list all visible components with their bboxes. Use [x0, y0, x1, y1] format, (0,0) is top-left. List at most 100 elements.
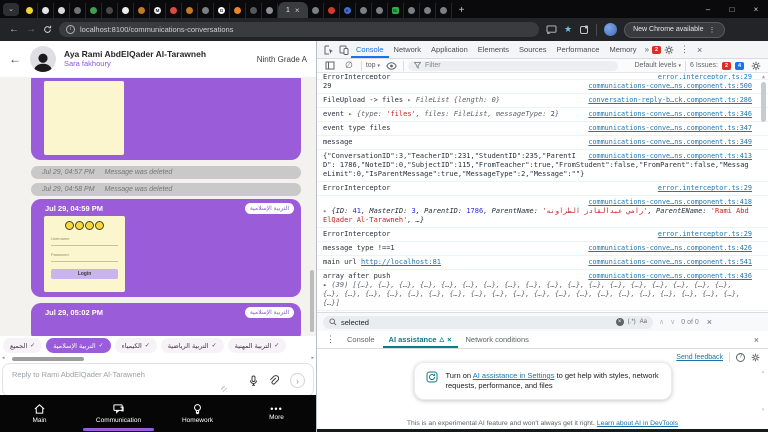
tab-search-button[interactable]: ⌄	[3, 3, 19, 16]
browser-tab[interactable]: e	[340, 3, 356, 18]
address-bar[interactable]: i localhost:8100/communications-conversa…	[59, 22, 539, 37]
source-link[interactable]: communications-conve…ns.component.ts:541	[588, 258, 752, 267]
attachment-image[interactable]	[44, 81, 124, 155]
send-icon[interactable]: ›	[290, 373, 305, 388]
browser-tab[interactable]	[118, 3, 134, 18]
mic-icon[interactable]	[246, 373, 261, 388]
ai-settings-gear-icon[interactable]	[751, 353, 760, 362]
attachment-image[interactable]: Username Password Login	[44, 216, 125, 292]
browser-tab[interactable]	[86, 3, 102, 18]
browser-tab[interactable]	[436, 3, 452, 18]
chip-physical-education[interactable]: التربية الرياضية✓	[161, 338, 224, 353]
inspect-element-icon[interactable]	[321, 43, 336, 56]
browser-tab[interactable]: G	[214, 3, 230, 18]
drawer-menu-icon[interactable]: ⋮	[322, 334, 339, 345]
learn-about-ai-link[interactable]: Learn about AI in DevTools	[597, 420, 678, 427]
source-link[interactable]: error.interceptor.ts:29	[658, 184, 752, 193]
reload-icon[interactable]	[43, 25, 52, 34]
issues-warning-badge[interactable]: 4	[735, 62, 744, 70]
chips-scrollbar[interactable]: ◂ ▸	[2, 356, 314, 361]
tab-application[interactable]: Application	[426, 41, 473, 58]
browser-tab[interactable]	[134, 3, 150, 18]
browser-tab[interactable]	[22, 3, 38, 18]
bookmark-star-icon[interactable]: ★	[564, 24, 572, 35]
nav-main[interactable]: Main	[0, 395, 79, 432]
browser-tab[interactable]	[102, 3, 118, 18]
previous-match-icon[interactable]: ∧	[659, 318, 664, 326]
browser-tab[interactable]	[182, 3, 198, 18]
browser-tab[interactable]: tc	[388, 3, 404, 18]
browser-tab[interactable]	[308, 3, 324, 18]
error-count-badge[interactable]: 2	[652, 46, 661, 54]
context-selector[interactable]: top ▾	[366, 62, 380, 69]
chip-vocational-education[interactable]: التربية المهنية✓	[228, 338, 287, 353]
chip-chemistry[interactable]: الكيمياء✓	[115, 338, 157, 353]
reply-box[interactable]: Reply to Rami AbdElQader Al-Tarawneh ›	[2, 363, 314, 397]
attachment-icon[interactable]	[266, 373, 281, 388]
help-icon[interactable]: ?	[736, 353, 745, 362]
kebab-icon[interactable]: ⋮	[709, 26, 716, 34]
chip-all[interactable]: الجميع✓	[3, 338, 42, 353]
source-link[interactable]: communications-conve…ns.component.ts:436	[588, 272, 752, 281]
more-tabs-icon[interactable]: »	[642, 45, 652, 54]
forward-icon[interactable]: →	[26, 25, 36, 35]
source-link[interactable]: error.interceptor.ts:29	[658, 230, 752, 239]
drawer-tab-ai-assistance[interactable]: AI assistance △ ×	[383, 331, 458, 348]
back-icon[interactable]: ←	[9, 25, 19, 35]
issues-error-badge[interactable]: 2	[722, 62, 731, 70]
message-bubble[interactable]	[31, 78, 301, 160]
clear-search-icon[interactable]: ×	[616, 318, 624, 326]
devtools-menu-icon[interactable]: ⋮	[676, 44, 693, 55]
browser-tab[interactable]	[372, 3, 388, 18]
panel-scrollbar[interactable]: ▴▾	[760, 369, 766, 413]
devtools-close-icon[interactable]: ×	[693, 45, 706, 55]
issues-label[interactable]: 6 Issues:	[690, 62, 718, 69]
levels-dropdown[interactable]: Default levels ▾	[634, 62, 681, 69]
match-case-toggle[interactable]: Aa	[640, 319, 647, 325]
console-settings-gear-icon[interactable]	[748, 59, 763, 72]
close-tab-icon[interactable]: ×	[447, 335, 451, 344]
next-match-icon[interactable]: ∨	[670, 318, 675, 326]
profile-avatar[interactable]	[604, 23, 617, 36]
close-drawer-icon[interactable]: ×	[750, 335, 763, 345]
scrollbar-thumb[interactable]	[761, 82, 766, 122]
browser-tab[interactable]	[198, 3, 214, 18]
console-prompt[interactable]: >	[317, 311, 768, 312]
browser-tab[interactable]	[262, 3, 278, 18]
browser-tab[interactable]	[356, 3, 372, 18]
device-toolbar-icon[interactable]	[336, 43, 351, 56]
browser-tab[interactable]	[166, 3, 182, 18]
browser-tab[interactable]: M	[150, 3, 166, 18]
browser-tab[interactable]	[230, 3, 246, 18]
cast-icon[interactable]	[546, 25, 557, 34]
drawer-tab-network-conditions[interactable]: Network conditions	[460, 331, 535, 348]
regex-toggle[interactable]: (.*)	[628, 319, 636, 325]
source-link[interactable]: communications-conve…ns.component.ts:413	[588, 152, 752, 161]
source-link[interactable]: communications-conve…ns.component.ts:426	[588, 244, 752, 253]
tab-performance[interactable]: Performance	[552, 41, 605, 58]
new-chrome-button[interactable]: New Chrome available ⋮	[624, 22, 724, 38]
tab-memory[interactable]: Memory	[604, 41, 641, 58]
source-link[interactable]: conversation-reply-b…ck.component.ts:286	[588, 96, 752, 105]
minimize-button[interactable]: –	[696, 5, 720, 14]
search-input[interactable]: selected × (.*) Aa	[323, 316, 653, 329]
scrollbar-thumb[interactable]	[12, 357, 84, 361]
close-window-button[interactable]: ×	[744, 5, 768, 14]
resize-handle[interactable]	[221, 386, 227, 392]
source-link[interactable]: communications-conve…ns.component.ts:500	[588, 82, 752, 91]
console-log[interactable]: ▲ ErrorInterceptorerror.interceptor.ts:2…	[317, 73, 768, 312]
nav-more[interactable]: ••• More	[237, 395, 316, 432]
tab-elements[interactable]: Elements	[473, 41, 514, 58]
scroll-right-icon[interactable]: ▸	[311, 356, 314, 361]
browser-tab[interactable]	[246, 3, 262, 18]
chip-islamic-education[interactable]: التربية الإسلامية✓	[46, 338, 110, 353]
scroll-left-icon[interactable]: ◂	[2, 356, 5, 361]
close-search-icon[interactable]: ×	[707, 317, 712, 327]
message-list[interactable]: Jul 29, 04:57 PM Message was deleted Jul…	[0, 78, 316, 336]
console-sidebar-icon[interactable]	[322, 59, 337, 72]
source-link[interactable]: communications-conve…ns.component.ts:349	[588, 138, 752, 147]
source-link[interactable]: error.interceptor.ts:29	[658, 73, 752, 80]
contact-avatar[interactable]	[30, 46, 56, 72]
chat-scrollbar[interactable]	[310, 270, 314, 332]
console-filter-input[interactable]: Filter	[408, 61, 618, 71]
